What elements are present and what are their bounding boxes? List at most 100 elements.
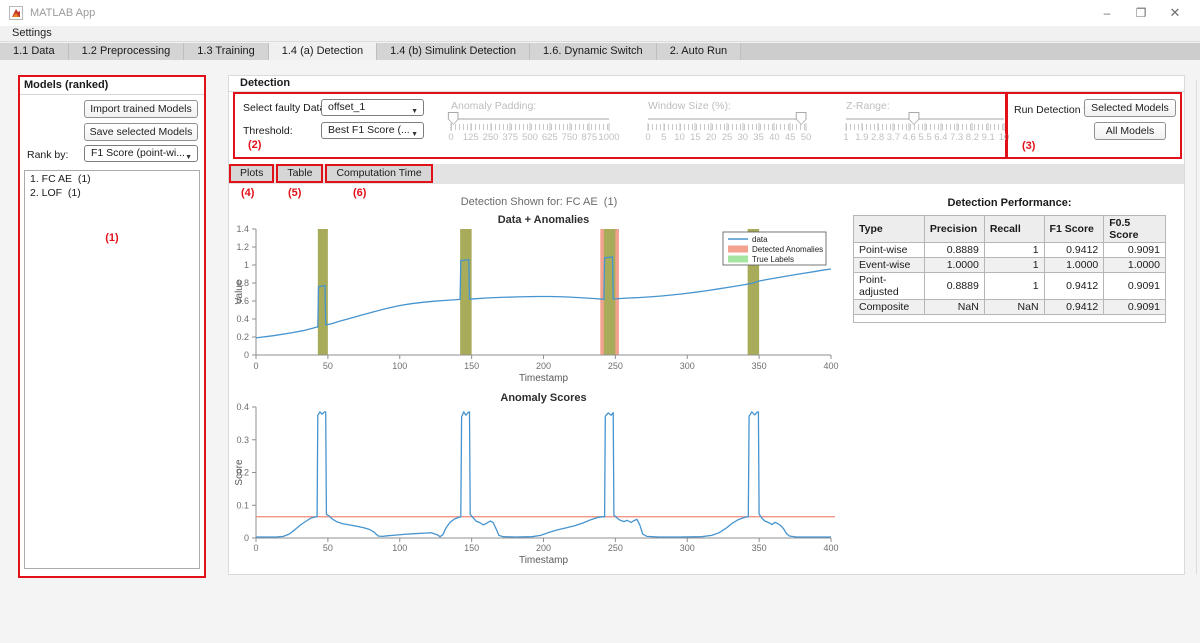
perf-table-row: Point-adjusted0.888910.94120.9091: [854, 273, 1166, 300]
perf-table-row: CompositeNaNNaN0.94120.9091: [854, 300, 1166, 315]
svg-text:data: data: [752, 235, 768, 244]
svg-text:150: 150: [464, 543, 479, 553]
svg-text:400: 400: [823, 543, 838, 553]
svg-text:True Labels: True Labels: [752, 255, 794, 264]
tab-1-1-data[interactable]: 1.1 Data: [0, 43, 69, 60]
subtab-bar-filler: [435, 164, 1184, 181]
threshold-dropdown[interactable]: Best F1 Score (...▼: [321, 122, 424, 139]
anomaly-padding-slider-group: Anomaly Padding: 012525037550062575087510…: [449, 94, 611, 157]
run-all-models-button[interactable]: All Models: [1094, 122, 1166, 140]
svg-text:Anomaly Scores: Anomaly Scores: [500, 392, 586, 404]
svg-text:0.2: 0.2: [236, 332, 249, 342]
svg-text:Timestamp: Timestamp: [519, 373, 569, 384]
svg-text:50: 50: [323, 543, 333, 553]
tab-1-4-b-simulink-detection[interactable]: 1.4 (b) Simulink Detection: [377, 43, 530, 60]
model-list-item[interactable]: 2. LOF (1): [25, 186, 199, 200]
slider-track[interactable]: [648, 118, 806, 120]
results-subtab-bar: PlotsTableComputation Time: [229, 164, 1184, 184]
svg-text:Detected Anomalies: Detected Anomalies: [752, 245, 823, 254]
panel-right-gutter: [1196, 80, 1197, 574]
tab-1-3-training[interactable]: 1.3 Training: [184, 43, 268, 60]
perf-col-header: Precision: [924, 216, 984, 243]
subtab-table[interactable]: Table: [276, 164, 323, 183]
menu-item-settings[interactable]: Settings: [0, 26, 58, 39]
ranked-models-listbox[interactable]: 1. FC AE (1)2. LOF (1): [24, 170, 200, 569]
run-detection-group: Run Detection for: Selected Models All M…: [1006, 92, 1182, 159]
svg-text:350: 350: [752, 361, 767, 371]
perf-table-row: Event-wise1.000011.00001.0000: [854, 258, 1166, 273]
svg-text:400: 400: [823, 361, 838, 371]
minimize-button[interactable]: –: [1096, 4, 1118, 22]
chevron-down-icon: ▼: [411, 104, 418, 116]
run-selected-models-button[interactable]: Selected Models: [1084, 99, 1176, 117]
detection-panel-title: Detection: [240, 77, 290, 89]
menu-bar: Settings: [0, 26, 1200, 42]
tab-1-4-a-detection[interactable]: 1.4 (a) Detection: [269, 43, 377, 60]
tab-1-2-preprocessing[interactable]: 1.2 Preprocessing: [69, 43, 185, 60]
anomaly-scores-plot: 05010015020025030035040000.10.20.30.4Tim…: [233, 389, 845, 569]
svg-text:150: 150: [464, 361, 479, 371]
svg-text:300: 300: [680, 361, 695, 371]
slider-tick-ruler: [846, 124, 1004, 130]
rank-by-value: F1 Score (point-wi...: [91, 147, 185, 159]
svg-text:200: 200: [536, 361, 551, 371]
restore-button[interactable]: ❐: [1130, 4, 1152, 22]
svg-text:250: 250: [608, 543, 623, 553]
threshold-label: Threshold:: [243, 125, 293, 137]
perf-col-header: Type: [854, 216, 925, 243]
tab-1-6-dynamic-switch[interactable]: 1.6. Dynamic Switch: [530, 43, 657, 60]
window-size-slider-group: Window Size (%): 05101520253035404550: [646, 94, 808, 157]
select-faulty-data-dropdown[interactable]: offset_1 ▼: [321, 99, 424, 116]
detection-controls-group: Select faulty Data: offset_1 ▼ Threshold:…: [233, 92, 1007, 159]
svg-text:300: 300: [680, 543, 695, 553]
svg-text:Data + Anomalies: Data + Anomalies: [498, 214, 590, 226]
z-range-slider-group: Z-Range:11.92.83.74.65.56.47.38.29.110: [844, 94, 1006, 157]
slider-tick-labels: 01252503755006257508751000: [451, 132, 609, 144]
slider-track[interactable]: [451, 118, 609, 120]
annotation-1: (1): [20, 232, 204, 244]
svg-text:1.4: 1.4: [236, 224, 249, 234]
slider-tick-labels: 05101520253035404550: [648, 132, 806, 144]
svg-text:350: 350: [752, 543, 767, 553]
svg-text:100: 100: [392, 361, 407, 371]
subtab-computation-time[interactable]: Computation Time: [325, 164, 432, 183]
svg-text:0: 0: [253, 543, 258, 553]
annotation-3: (3): [1022, 140, 1035, 152]
svg-text:0.1: 0.1: [236, 500, 249, 510]
import-trained-models-button[interactable]: Import trained Models: [84, 100, 198, 118]
annotation-2: (2): [248, 139, 261, 151]
window-title: MATLAB App: [30, 7, 95, 19]
perf-table-row: Point-wise0.888910.94120.9091: [854, 243, 1166, 258]
slider-tick-ruler: [451, 124, 609, 130]
matlab-app-icon: [9, 6, 23, 20]
svg-text:0.4: 0.4: [236, 402, 249, 412]
svg-text:0: 0: [253, 361, 258, 371]
slider-track[interactable]: [846, 118, 1004, 120]
select-faulty-data-value: offset_1: [328, 101, 365, 113]
slider-label: Window Size (%):: [648, 100, 731, 112]
perf-col-header: Recall: [984, 216, 1044, 243]
tab-2-auto-run[interactable]: 2. Auto Run: [657, 43, 742, 60]
svg-text:200: 200: [536, 543, 551, 553]
select-faulty-data-label: Select faulty Data:: [243, 102, 328, 114]
threshold-value: Best F1 Score (...: [328, 124, 410, 136]
data-anomalies-plot: 05010015020025030035040000.20.40.60.811.…: [233, 207, 845, 387]
svg-text:1.2: 1.2: [236, 242, 249, 252]
close-button[interactable]: ✕: [1164, 4, 1186, 22]
svg-text:0.4: 0.4: [236, 314, 249, 324]
slider-tick-ruler: [648, 124, 806, 130]
chevron-down-icon: ▼: [411, 127, 418, 139]
model-list-item[interactable]: 1. FC AE (1): [25, 172, 199, 186]
models-ranked-panel: Models (ranked) Import trained Models Sa…: [18, 75, 206, 578]
subtab-plots[interactable]: Plots: [229, 164, 274, 183]
models-panel-divider: [20, 94, 204, 95]
slider-label: Anomaly Padding:: [451, 100, 536, 112]
title-bar: MATLAB App – ❐ ✕: [0, 0, 1200, 26]
svg-text:0: 0: [244, 533, 249, 543]
save-selected-models-button[interactable]: Save selected Models: [84, 123, 198, 141]
svg-text:0: 0: [244, 350, 249, 360]
matlab-app-window: MATLAB App – ❐ ✕ Settings 1.1 Data1.2 Pr…: [0, 0, 1200, 643]
slider-tick-labels: 11.92.83.74.65.56.47.38.29.110: [846, 132, 1004, 144]
rank-by-dropdown[interactable]: F1 Score (point-wi...▼: [84, 145, 198, 162]
detection-panel: Detection Select faulty Data: offset_1 ▼ …: [228, 75, 1185, 575]
